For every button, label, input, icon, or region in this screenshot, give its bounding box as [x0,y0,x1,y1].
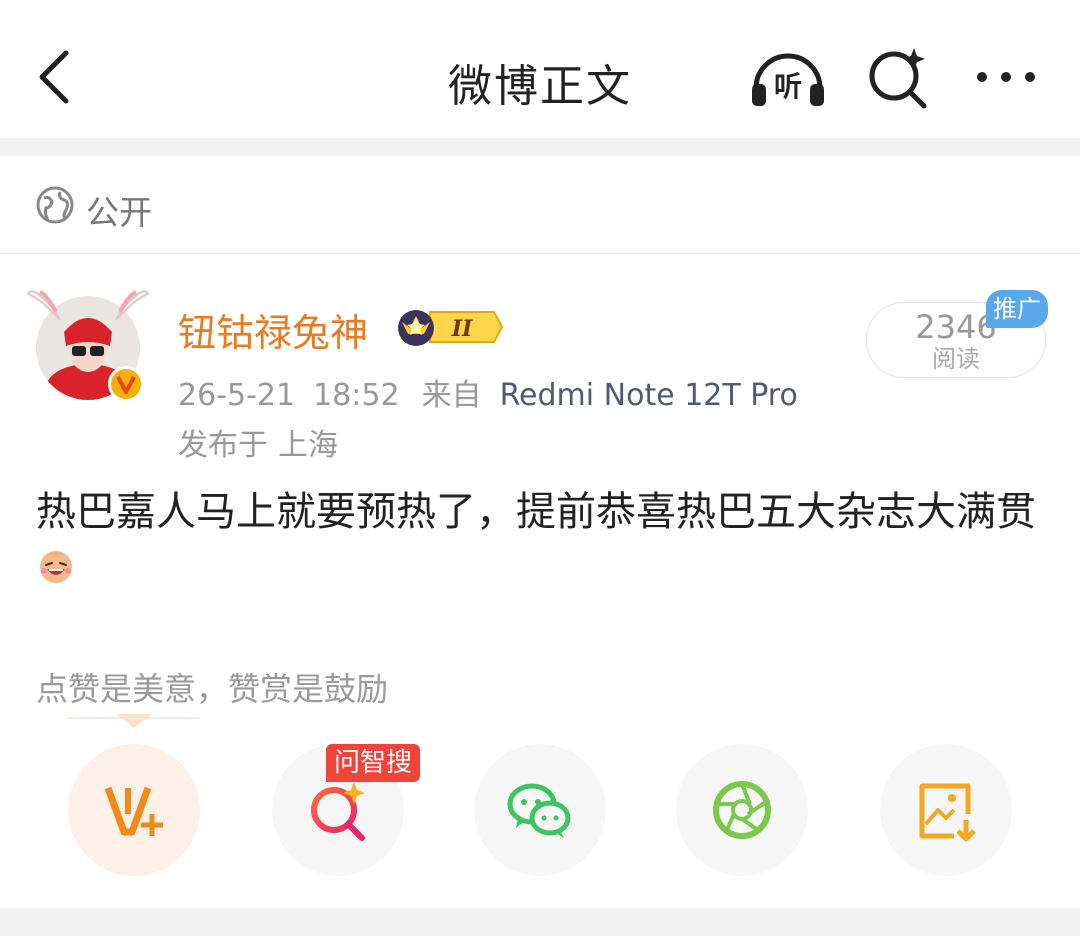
post-time: 18:52 [313,378,400,413]
post-text: 热巴嘉人马上就要预热了，提前恭喜热巴五大杂志大满贯 [36,489,1036,535]
listen-icon[interactable]: 听 [748,46,828,110]
promo-tag[interactable]: 推广 [986,290,1048,328]
save-image-icon [919,783,976,842]
device-name[interactable]: Redmi Note 12T Pro [500,378,798,413]
action-bar [0,744,1080,876]
more-icon[interactable] [974,62,1038,92]
verified-icon [108,366,144,402]
tip-pointer [116,714,152,728]
save-image-button[interactable] [880,744,1012,876]
reward-button[interactable] [68,744,200,876]
share-moments-button[interactable] [676,744,808,876]
nav-bar: 微博正文 听 [0,0,1080,138]
location-city: 上海 [278,428,338,463]
wechat-icon [507,783,571,838]
reward-tip: 点赞是美意，赞赏是鼓励 [36,670,389,708]
smart-search-icon[interactable] [866,44,932,110]
reward-icon [104,786,163,836]
badge-level: II [451,316,473,342]
section-divider [0,138,1080,156]
privacy-label: 公开 [86,193,152,232]
post-date: 26-5-21 [178,378,296,413]
ai-search-tag: 问智搜 [326,744,421,782]
listen-label: 听 [774,70,802,103]
source-prefix: 来自 [421,378,482,413]
share-wechat-button[interactable] [474,744,606,876]
ai-search-icon [311,782,365,841]
post-location: 发布于 上海 [178,420,338,464]
laugh-emoji-icon [40,551,72,583]
post-content: 热巴嘉人马上就要预热了，提前恭喜热巴五大杂志大满贯 [36,484,1046,596]
location-prefix: 发布于 [178,428,268,463]
privacy-row [0,156,1080,254]
moments-icon [713,781,771,839]
post-meta: 26-5-21 18:52 来自 Redmi Note 12T Pro [178,370,798,414]
read-label: 阅读 [932,345,980,373]
author-name[interactable]: 钮钴禄兔神 [178,302,368,357]
avatar[interactable] [26,276,156,406]
bottom-divider [0,908,1080,936]
globe-icon [36,186,74,224]
crown-badge-icon[interactable]: II [394,306,504,348]
